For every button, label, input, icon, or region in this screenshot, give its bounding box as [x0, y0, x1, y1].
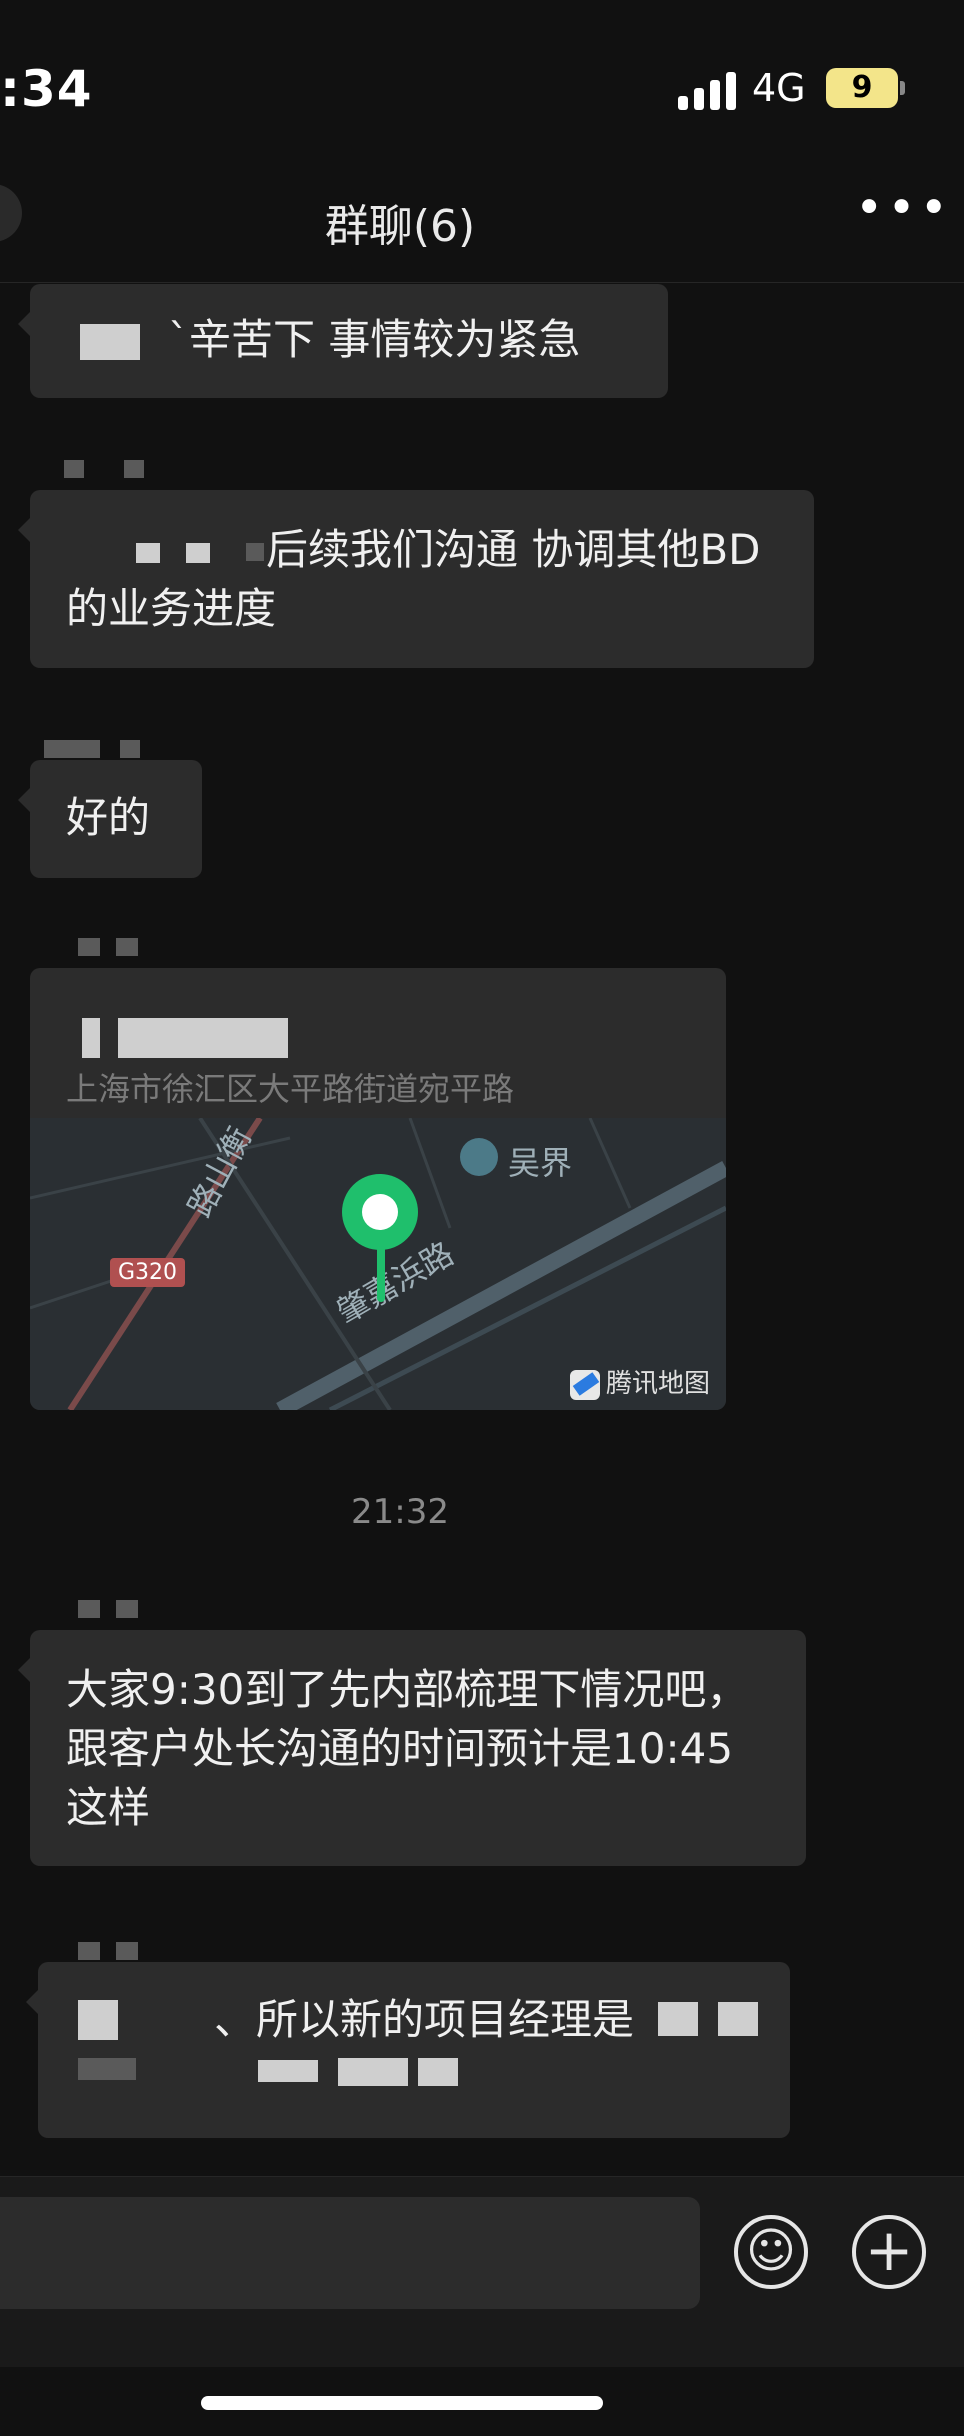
highway-badge: G320: [110, 1258, 186, 1287]
message-text: 、所以新的项目经理是: [214, 1995, 635, 2044]
location-address: 上海市徐汇区大平路街道宛平路: [66, 1070, 515, 1108]
battery-level: 9: [851, 70, 873, 105]
message-bubble[interactable]: 后续我们沟通 协调其他BD的业务进度: [18, 490, 814, 668]
message-bubble[interactable]: 好的: [18, 760, 202, 878]
message-bubble[interactable]: `辛苦下 事情较为紧急: [18, 284, 668, 398]
location-pin-stem: [377, 1246, 385, 1302]
chat-header: 群聊(6) •••: [0, 170, 964, 283]
message-input[interactable]: [0, 2197, 700, 2309]
home-indicator[interactable]: [201, 2396, 603, 2410]
network-label: 4G: [752, 66, 806, 110]
map-poi-label: 吴界: [508, 1144, 573, 1182]
message-text: 大家9:30到了先内部梳理下情况吧，跟客户处长沟通的时间预计是10:45这样: [66, 1665, 749, 1832]
plus-icon[interactable]: +: [852, 2215, 926, 2289]
location-card[interactable]: 上海市徐汇区大平路街道宛平路 G320 路山衡 肇嘉浜路 吴界 腾讯地图: [30, 968, 726, 1410]
chat-title: 群聊(6): [324, 201, 476, 252]
sender-name: [34, 1942, 144, 1964]
message-text: `辛苦下 事情较为紧急: [168, 315, 581, 364]
map-preview[interactable]: G320 路山衡 肇嘉浜路 吴界 腾讯地图: [30, 1118, 726, 1410]
map-provider: 腾讯地图: [569, 1363, 710, 1400]
sender-name: [34, 938, 144, 960]
map-provider-label: 腾讯地图: [605, 1369, 710, 1399]
sender-name: [34, 1600, 144, 1622]
message-bubble[interactable]: 、所以新的项目经理是: [26, 1962, 790, 2138]
input-bar: ☺ +: [0, 2176, 964, 2367]
time-separator: 21:32: [351, 1492, 449, 1532]
more-icon[interactable]: •••: [855, 180, 952, 236]
signal-icon: [678, 70, 738, 110]
sender-name: [34, 446, 144, 478]
battery-icon: 9: [826, 68, 905, 108]
poi-icon: [460, 1138, 498, 1176]
tencent-map-icon: [569, 1369, 600, 1400]
sender-name: [34, 740, 144, 762]
location-pin-icon: [342, 1174, 418, 1250]
message-bubble[interactable]: 大家9:30到了先内部梳理下情况吧，跟客户处长沟通的时间预计是10:45这样: [18, 1630, 806, 1866]
message-text: 好的: [66, 793, 151, 842]
status-time: :34: [0, 60, 93, 118]
smile-icon[interactable]: ☺: [734, 2215, 808, 2289]
